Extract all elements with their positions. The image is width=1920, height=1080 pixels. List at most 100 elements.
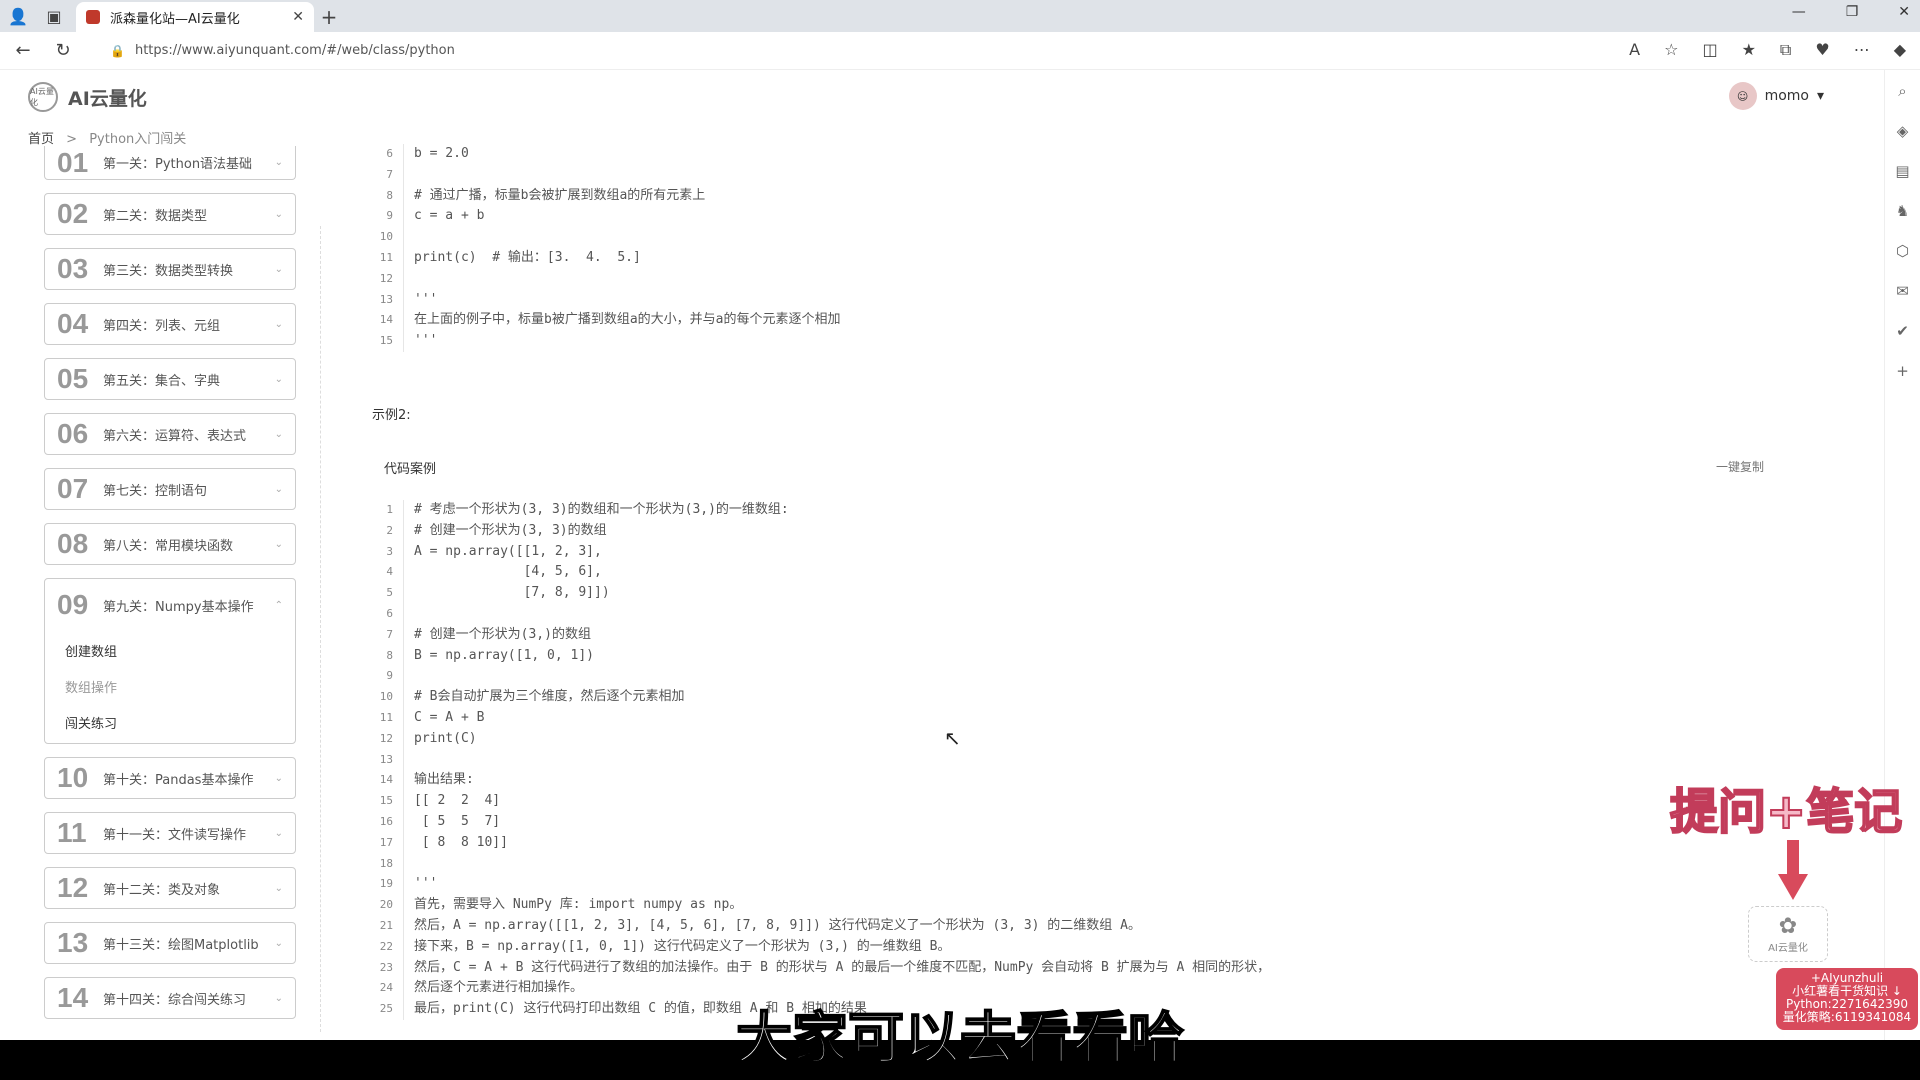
level-item[interactable]: 04 第四关：列表、元组 ⌄ xyxy=(44,303,296,345)
level-item[interactable]: 09 第九关：Numpy基本操作 ⌃ 创建数组 数组操作 闯关练习 xyxy=(44,578,296,744)
refresh-icon[interactable]: ↻ xyxy=(46,34,80,68)
chevron-down-icon: ⌄ xyxy=(274,208,283,220)
line-number: 20 xyxy=(372,895,404,916)
games-icon[interactable]: ♞ xyxy=(1896,202,1909,220)
extensions-icon[interactable]: ♥ xyxy=(1815,40,1829,60)
restore-icon[interactable]: ❐ xyxy=(1846,4,1859,20)
line-number: 15 xyxy=(372,331,404,352)
code-text: A = np.array([[1, 2, 3], xyxy=(414,543,602,559)
line-number: 10 xyxy=(372,227,404,248)
user-menu[interactable]: ☺ momo ▾ xyxy=(1728,82,1824,110)
level-item[interactable]: 11 第十一关：文件读写操作 ⌄ xyxy=(44,812,296,854)
tab-actions-icon[interactable]: ▣ xyxy=(40,2,68,30)
code-line: 10 # B会自动扩展为三个维度，然后逐个元素相加 xyxy=(372,687,1352,708)
level-item[interactable]: 03 第三关：数据类型转换 ⌄ xyxy=(44,248,296,290)
close-tab-icon[interactable]: ✕ xyxy=(292,9,304,25)
sub-item[interactable]: 数组操作 xyxy=(65,671,117,707)
code-line: 11 print(c) # 输出：[3. 4. 5.] xyxy=(372,247,1352,269)
code-line: 17 [ 8 8 10]] xyxy=(372,832,1352,854)
level-name: 第十二关：类及对象 xyxy=(103,882,221,898)
sub-item[interactable]: 闯关练习 xyxy=(65,707,117,743)
logo-icon[interactable]: AI云量化 xyxy=(28,82,58,112)
outlook-icon[interactable]: ✉ xyxy=(1896,282,1909,300)
code-line: 16 [ 5 5 7] xyxy=(372,811,1352,833)
code-text: [ 5 5 7] xyxy=(414,813,501,829)
level-name: 第一关：Python语法基础 xyxy=(103,157,253,172)
level-item[interactable]: 12 第十二关：类及对象 ⌄ xyxy=(44,867,296,909)
back-icon[interactable]: ← xyxy=(6,34,40,68)
level-item[interactable]: 13 第十三关：绘图Matplotlib ⌄ xyxy=(44,922,296,964)
code-line: 9 xyxy=(372,666,1352,688)
profile-icon[interactable]: 👤 xyxy=(4,2,32,30)
collections-icon[interactable]: ⧉ xyxy=(1780,40,1791,60)
code-line: 20 首先，需要导入 NumPy 库: import numpy as np。 xyxy=(372,895,1352,916)
chevron-down-icon: ⌄ xyxy=(274,318,283,330)
copy-button[interactable]: 一键复制 xyxy=(1716,458,1764,475)
split-screen-icon[interactable]: ◫ xyxy=(1702,40,1717,60)
favicon-icon xyxy=(86,10,100,24)
divider xyxy=(320,226,321,1032)
level-number: 01 xyxy=(57,146,89,178)
logo-text[interactable]: AI云量化 xyxy=(68,84,147,111)
code-line: 9 c = a + b xyxy=(372,206,1352,228)
level-item[interactable]: 05 第五关：集合、字典 ⌄ xyxy=(44,358,296,400)
level-name: 第四关：列表、元组 xyxy=(103,318,221,334)
office-icon[interactable]: ⬡ xyxy=(1896,242,1909,260)
tag-icon[interactable]: ◈ xyxy=(1897,122,1909,140)
drop-icon[interactable]: ✔ xyxy=(1896,322,1909,340)
code-text: [7, 8, 9]]) xyxy=(414,585,610,601)
line-number: 14 xyxy=(372,770,404,792)
favorites-icon[interactable]: ★ xyxy=(1742,40,1756,60)
level-item[interactable]: 08 第八关：常用模块函数 ⌄ xyxy=(44,523,296,565)
sub-item[interactable]: 创建数组 xyxy=(65,635,117,671)
level-name: 第十三关：绘图Matplotlib xyxy=(103,937,259,953)
level-item[interactable]: 02 第二关：数据类型 ⌄ xyxy=(44,193,296,235)
chevron-down-icon: ⌄ xyxy=(274,428,283,440)
browser-tab[interactable]: 派森量化站—AI云量化 ✕ xyxy=(76,2,314,32)
code-text: 然后逐个元素进行相加操作。 xyxy=(414,980,584,996)
code-line: 18 xyxy=(372,853,1352,875)
level-item[interactable]: 06 第六关：运算符、表达式 ⌄ xyxy=(44,413,296,455)
more-icon[interactable]: ⋯ xyxy=(1854,40,1870,60)
level-item[interactable]: 07 第七关：控制语句 ⌄ xyxy=(44,468,296,510)
toolbox-icon[interactable]: ▤ xyxy=(1895,162,1909,180)
level-name: 第十一关：文件读写操作 xyxy=(103,827,247,843)
chevron-down-icon: ⌄ xyxy=(274,263,283,275)
minimize-icon[interactable]: — xyxy=(1792,4,1806,20)
new-tab-button[interactable]: + xyxy=(314,2,344,32)
code-text: # 考虑一个形状为(3, 3)的数组和一个形状为(3,)的一维数组: xyxy=(414,502,789,517)
level-number: 02 xyxy=(57,198,89,229)
code-line: 3 A = np.array([[1, 2, 3], xyxy=(372,541,1352,563)
chevron-down-icon: ▾ xyxy=(1816,88,1824,104)
level-name: 第十关：Pandas基本操作 xyxy=(103,772,254,788)
add-icon[interactable]: + xyxy=(1896,362,1909,380)
level-item[interactable]: 10 第十关：Pandas基本操作 ⌄ xyxy=(44,757,296,799)
openai-icon: ✿ xyxy=(1778,914,1798,939)
code-text: ''' xyxy=(414,876,438,892)
line-number: 22 xyxy=(372,936,404,958)
favorite-star-icon[interactable]: ☆ xyxy=(1664,40,1678,60)
code-line: 14 输出结果: xyxy=(372,770,1352,792)
example1-code: 6 b = 2.0 7 8 # 通过广播，标量b会被扩展到数组a的所有元素上 9 c = a… xyxy=(372,144,1352,352)
example2-title: 示例2: xyxy=(372,408,411,423)
browser-toolbar: A ☆ ◫ ★ ⧉ ♥ ⋯ ◆ xyxy=(1629,40,1906,60)
code-text: B = np.array([1, 0, 1]) xyxy=(414,647,595,663)
code-text: C = A + B xyxy=(414,709,485,725)
breadcrumb-home[interactable]: 首页 xyxy=(28,132,54,147)
line-number: 11 xyxy=(372,707,404,729)
level-number: 06 xyxy=(57,418,89,449)
level-item[interactable]: 01 第一关：Python语法基础 ⌄ xyxy=(44,146,296,180)
line-number: 7 xyxy=(372,624,404,646)
url-field[interactable]: 🔒 https://www.aiyunquant.com/#/web/class… xyxy=(110,43,1510,58)
search-icon[interactable]: ⌕ xyxy=(1898,82,1906,100)
ai-badge-label: AI云量化 xyxy=(1768,943,1808,954)
read-aloud-icon[interactable]: A xyxy=(1629,40,1640,60)
line-number: 2 xyxy=(372,520,404,542)
copilot-icon[interactable]: ◆ xyxy=(1894,40,1906,60)
line-number: 24 xyxy=(372,978,404,1000)
level-name: 第二关：数据类型 xyxy=(103,208,208,224)
close-window-icon[interactable]: ✕ xyxy=(1898,4,1910,20)
